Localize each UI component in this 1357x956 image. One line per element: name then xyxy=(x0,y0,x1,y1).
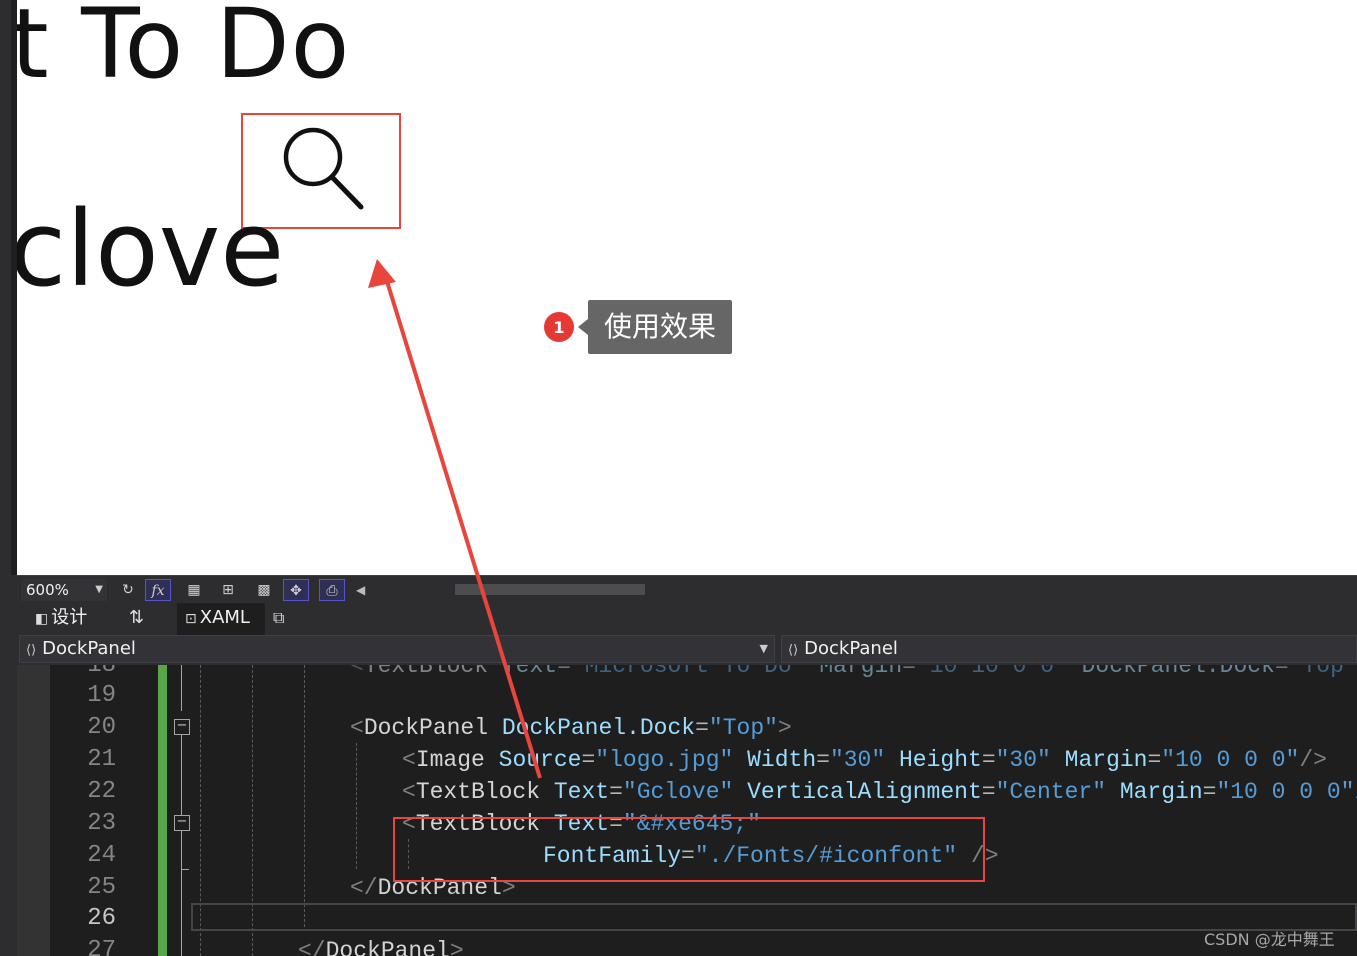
element-selector-dropdown[interactable]: ⟨⟩ DockPanel ▼ xyxy=(19,635,775,663)
indent-guide xyxy=(304,665,305,927)
line-number: 24 xyxy=(87,842,116,869)
code-line: <TextBlock Text="Microsoft To Do" Margin… xyxy=(350,665,1357,679)
code-line: <TextBlock Text="Gclove" VerticalAlignme… xyxy=(402,779,1357,805)
fx-icon[interactable]: fx xyxy=(145,579,171,601)
code-line: </DockPanel> xyxy=(298,938,464,956)
chevron-down-icon: ▼ xyxy=(95,584,103,595)
outline-line xyxy=(181,831,182,956)
member-selector-value: DockPanel xyxy=(804,638,898,659)
change-tracking-bar xyxy=(158,665,167,956)
watermark: CSDN @龙中舞王 xyxy=(1204,930,1335,949)
line-number: 27 xyxy=(87,937,116,956)
line-number: 22 xyxy=(87,778,116,805)
indent-guide xyxy=(356,743,357,869)
current-line-highlight xyxy=(191,903,1357,931)
line-number: 23 xyxy=(87,810,116,837)
device-icon[interactable]: ⎙ xyxy=(319,579,345,601)
swap-panes-button[interactable]: ⇅ xyxy=(129,603,144,635)
editor-margin xyxy=(17,665,50,956)
design-preview[interactable]: t To Do clove 1 使用效果 xyxy=(17,0,1357,575)
element-icon: ⟨⟩ xyxy=(26,643,37,658)
element-icon: ⟨⟩ xyxy=(788,643,799,658)
outline-end-tick xyxy=(181,869,189,870)
tab-design[interactable]: ◧ 设计 xyxy=(35,603,87,635)
popout-xaml-icon[interactable]: ⧉ xyxy=(273,603,284,635)
annotation-label: 使用效果 xyxy=(577,300,733,354)
search-icon xyxy=(283,127,364,210)
line-number: 20 xyxy=(87,714,116,741)
designer-toolbar: 600% ▼ ↻ fx ▦ ⊞ ▩ ✥ ⎙ ◀ xyxy=(17,575,1357,604)
collapse-icon[interactable]: − xyxy=(174,719,190,735)
outline-line xyxy=(181,665,182,711)
line-number: 21 xyxy=(87,746,116,773)
zoom-dropdown[interactable]: 600% ▼ xyxy=(21,579,107,601)
annotation-callout: 1 使用效果 xyxy=(544,300,733,354)
collapse-icon[interactable]: − xyxy=(174,815,190,831)
zoom-value: 600% xyxy=(26,581,69,599)
outline-line xyxy=(181,735,182,816)
xaml-code-editor[interactable]: 18 19 20 21 22 23 24 25 26 27 − − <TextB… xyxy=(17,665,1357,956)
annotation-number-badge: 1 xyxy=(544,312,574,342)
code-line: <Image Source="logo.jpg" Width="30" Heig… xyxy=(402,747,1327,773)
element-selector-value: DockPanel xyxy=(42,638,136,659)
code-line: <DockPanel DockPanel.Dock="Top"> xyxy=(350,715,792,741)
code-highlight-box xyxy=(393,817,985,882)
preview-title-text: t To Do xyxy=(17,0,351,100)
xaml-view-icon: ⊡ xyxy=(185,611,197,627)
scroll-left-icon[interactable]: ◀ xyxy=(356,579,365,601)
view-tab-bar: ◧ 设计 ⇅ ⊡ XAML ⧉ xyxy=(17,603,1357,635)
tab-xaml-label: XAML xyxy=(199,607,250,628)
horizontal-scrollbar-thumb[interactable] xyxy=(455,584,645,595)
grid-icon[interactable]: ▦ xyxy=(181,579,207,601)
line-number: 25 xyxy=(87,874,116,901)
line-number: 19 xyxy=(87,682,116,709)
navigation-bar: ⟨⟩ DockPanel ▼ ⟨⟩ DockPanel xyxy=(17,635,1357,665)
preview-gclove-text: clove xyxy=(17,188,285,310)
design-view-icon: ◧ xyxy=(35,611,49,627)
snap-grid-icon[interactable]: ⊞ xyxy=(215,579,241,601)
left-panel-strip xyxy=(0,0,17,956)
tab-design-label: 设计 xyxy=(51,607,88,628)
swap-panes-icon: ⇅ xyxy=(129,607,145,628)
tab-xaml[interactable]: ⊡ XAML xyxy=(177,603,265,635)
chevron-down-icon: ▼ xyxy=(759,642,768,655)
member-selector-dropdown[interactable]: ⟨⟩ DockPanel xyxy=(781,635,1357,663)
refresh-icon[interactable]: ↻ xyxy=(115,579,141,601)
line-number-current: 26 xyxy=(87,905,116,932)
checker-icon[interactable]: ▩ xyxy=(251,579,277,601)
snap-lines-icon[interactable]: ✥ xyxy=(283,579,309,601)
